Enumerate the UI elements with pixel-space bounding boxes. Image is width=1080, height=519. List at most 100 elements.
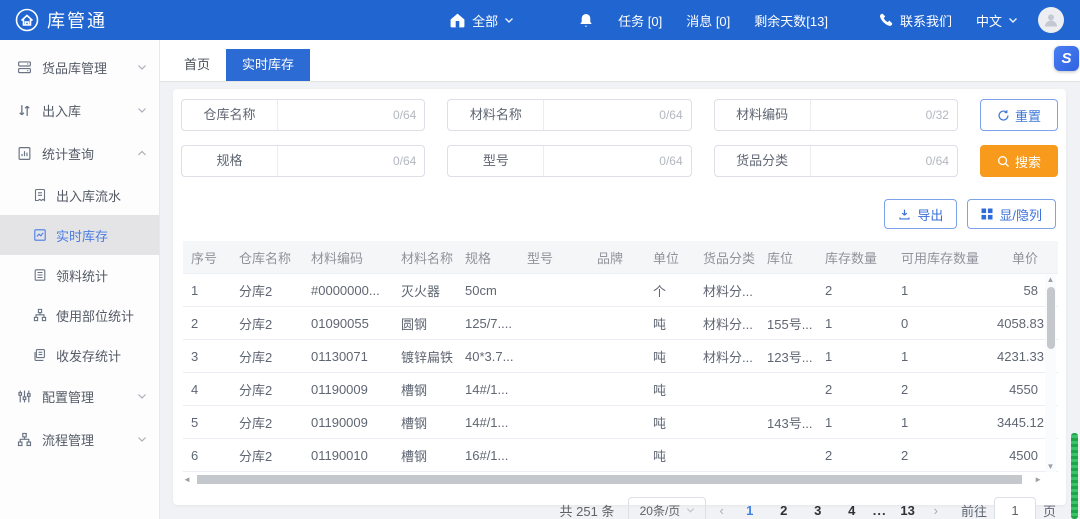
column-header: 单价 (1011, 250, 1038, 266)
material-code-input[interactable] (810, 100, 926, 130)
cell-material-name: 圆钢 (401, 316, 428, 332)
table-row[interactable]: 6 分库2 01190010 槽钢 16#/1... 吨 2 2 4500 (183, 439, 1058, 472)
table-row[interactable]: 2 分库2 01090055 圆钢 125/7.... 吨 材料分... 155… (183, 307, 1058, 340)
user-avatar[interactable] (1038, 7, 1064, 33)
bell-icon (578, 12, 594, 29)
sidebar-item-statistics-query[interactable]: 统计查询 (0, 132, 159, 175)
contact-us-link[interactable]: 联系我们 (866, 0, 964, 40)
cell-unit: 吨 (653, 316, 667, 332)
page-size-select[interactable]: 20条/页 (628, 497, 707, 519)
notification-bell[interactable] (566, 0, 606, 40)
model-input[interactable] (544, 146, 660, 176)
phone-icon (878, 12, 894, 28)
cell-index: 1 (191, 282, 199, 298)
search-button[interactable]: 搜索 (979, 145, 1058, 177)
warehouse-name-input[interactable] (278, 100, 393, 130)
cell-material-code: #0000000... (311, 282, 380, 298)
horizontal-scroll-thumb[interactable] (197, 475, 1022, 484)
table-vertical-scrollbar[interactable]: ▲ ▼ (1045, 275, 1056, 472)
floating-widget-badge[interactable]: S (1054, 46, 1079, 71)
page-number-3[interactable]: 3 (805, 503, 831, 518)
sidebar-item-label: 货品库管理 (42, 61, 108, 76)
sidebar-item-label: 领料统计 (56, 268, 109, 284)
scroll-right-arrow-icon[interactable]: ► (1034, 475, 1042, 485)
tab-realtime-inventory[interactable]: 实时库存 (226, 49, 311, 81)
sidebar-item-config-management[interactable]: 配置管理 (0, 375, 159, 418)
table-body: 1 分库2 #0000000... 灭火器 50cm 个 材料分... 2 1 (183, 274, 1058, 472)
page-number-2[interactable]: 2 (771, 503, 797, 518)
table-row[interactable]: 4 分库2 01190009 槽钢 14#/1... 吨 2 2 4550 (183, 373, 1058, 406)
goto-page-input[interactable] (993, 497, 1036, 519)
messages-link[interactable]: 消息 [0] (674, 0, 742, 40)
sidebar-item-realtime-inventory[interactable]: 实时库存 (0, 215, 159, 255)
page-size-value: 20条/页 (639, 504, 681, 518)
table-horizontal-scrollbar[interactable]: ◄ ► (183, 474, 1056, 485)
chevron-down-icon (1008, 16, 1018, 24)
field-model: 型号 0/64 (447, 145, 692, 177)
tasks-label: 任务 [0] (618, 13, 663, 29)
cell-category: 材料分... (703, 283, 753, 299)
search-icon (997, 155, 1010, 168)
cell-warehouse: 分库2 (239, 316, 273, 332)
sidebar-item-usage-location-stats[interactable]: 使用部位统计 (0, 295, 159, 335)
sidebar-item-in-out-flow[interactable]: 出入库流水 (0, 175, 159, 215)
cell-unit: 个 (653, 283, 667, 299)
table-row[interactable]: 1 分库2 #0000000... 灭火器 50cm 个 材料分... 2 1 (183, 274, 1058, 307)
page-number-1[interactable]: 1 (737, 503, 763, 518)
cell-unit: 吨 (653, 415, 667, 431)
list-document-icon (33, 268, 47, 282)
sidebar-item-material-requisition-stats[interactable]: 领料统计 (0, 255, 159, 295)
reset-label: 重置 (1014, 108, 1041, 124)
scroll-up-arrow-icon[interactable]: ▲ (1047, 275, 1055, 285)
download-icon (898, 208, 911, 221)
warehouse-scope-selector[interactable]: 全部 (437, 0, 526, 40)
language-selector[interactable]: 中文 (964, 0, 1030, 40)
page-scrollbar-green-thumb[interactable] (1071, 433, 1078, 519)
char-counter: 0/64 (659, 108, 683, 122)
next-page-button[interactable]: › (929, 503, 943, 518)
grid-columns-icon (981, 208, 993, 220)
content-card: 仓库名称 0/64 材料名称 0/64 材料编码 0/32 重置 规格 0/64… (173, 89, 1066, 519)
field-label: 货品分类 (715, 146, 811, 176)
specification-input[interactable] (278, 146, 393, 176)
column-header: 规格 (465, 250, 492, 266)
char-counter: 0/64 (925, 154, 949, 168)
page-number-4[interactable]: 4 (839, 503, 865, 518)
more-pages-ellipsis[interactable]: ... (873, 503, 887, 518)
sidebar-item-receive-dispatch-stats[interactable]: 收发存统计 (0, 335, 159, 375)
chevron-down-icon (504, 16, 514, 24)
cell-index: 4 (191, 381, 199, 397)
table-row[interactable]: 5 分库2 01190009 槽钢 14#/1... 吨 143号... 1 1 (183, 406, 1058, 439)
table-header-row: 序号 仓库名称 材料编码 材料名称 规格 型号 品牌 单位 货品分类 库位 库存… (183, 241, 1058, 274)
cell-available-qty: 0 (901, 315, 909, 331)
table-row[interactable]: 3 分库2 01130071 镀锌扁铁 40*3.7... 吨 材料分... 1… (183, 340, 1058, 373)
export-button[interactable]: 导出 (884, 199, 958, 229)
cell-warehouse: 分库2 (239, 382, 273, 398)
sidebar-item-goods-management[interactable]: 货品库管理 (0, 46, 159, 89)
cell-material-code: 01090055 (311, 315, 369, 331)
field-material-code: 材料编码 0/32 (713, 99, 958, 131)
content-area: 仓库名称 0/64 材料名称 0/64 材料编码 0/32 重置 规格 0/64… (160, 82, 1080, 519)
cell-material-code: 01190009 (311, 414, 368, 430)
field-label: 规格 (182, 146, 278, 176)
tasks-link[interactable]: 任务 [0] (606, 0, 674, 40)
scroll-left-arrow-icon[interactable]: ◄ (183, 475, 191, 485)
goods-category-input[interactable] (810, 146, 926, 176)
page-number-13[interactable]: 13 (895, 503, 921, 518)
show-hide-columns-button[interactable]: 显/隐列 (967, 199, 1056, 229)
home-icon (449, 12, 466, 29)
tab-home[interactable]: 首页 (168, 49, 226, 81)
reset-button[interactable]: 重置 (979, 99, 1058, 131)
vertical-scroll-thumb[interactable] (1046, 287, 1055, 349)
sidebar-item-process-management[interactable]: 流程管理 (0, 418, 159, 461)
search-label: 搜索 (1014, 154, 1041, 170)
app-logo[interactable]: 库管通 (0, 7, 121, 33)
material-name-input[interactable] (544, 100, 660, 130)
cell-material-code: 01190009 (311, 381, 368, 397)
scroll-down-arrow-icon[interactable]: ▼ (1047, 462, 1055, 472)
days-left-label: 剩余天数[13] (754, 13, 828, 29)
prev-page-button[interactable]: ‹ (714, 503, 728, 518)
field-specification: 规格 0/64 (181, 145, 426, 177)
sidebar-item-in-out-warehouse[interactable]: 出入库 (0, 89, 159, 132)
cell-category: 材料分... (703, 349, 753, 365)
